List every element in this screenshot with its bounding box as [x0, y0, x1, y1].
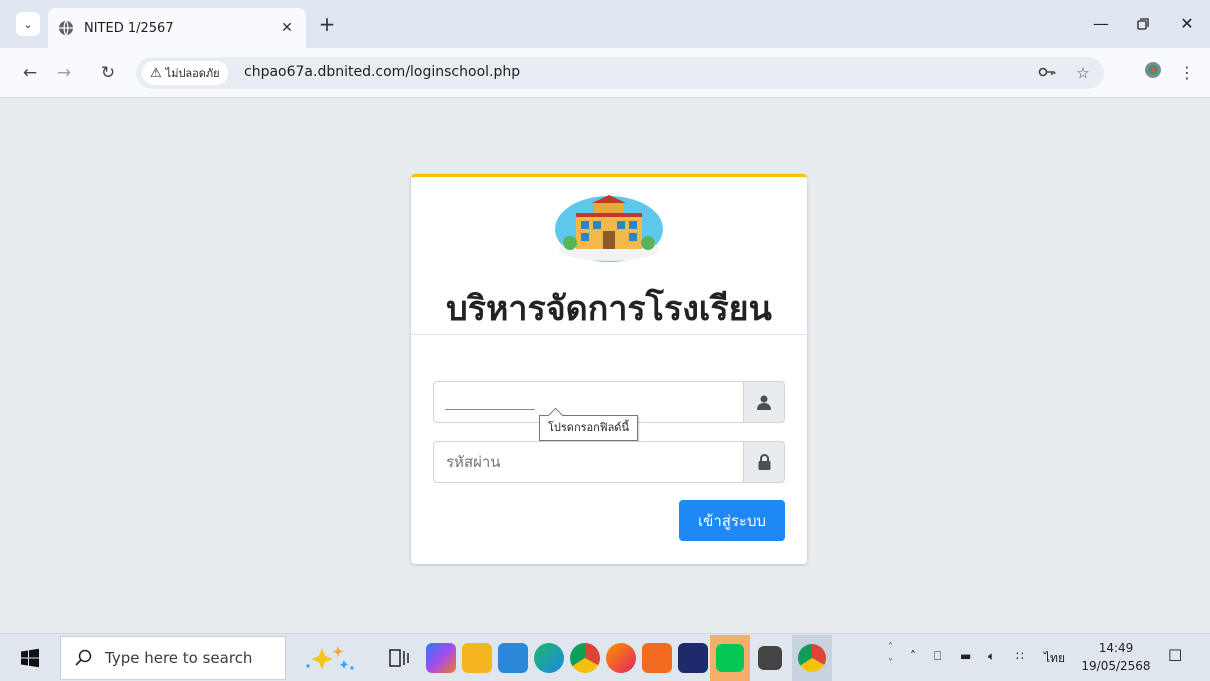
taskbar: Type here to search ˄ ˅ ˄ ⎕ ▬ 🔈︎ ∷ ไทย 14…	[0, 633, 1210, 681]
search-placeholder: Type here to search	[105, 649, 253, 667]
address-bar[interactable]: ⚠ ไม่ปลอดภัย chpao67a.dbnited.com/logins…	[136, 57, 1104, 89]
forward-icon[interactable]: →	[52, 61, 76, 85]
browser-titlebar: ⌄ NITED 1/2567 ✕ + — ✕	[0, 0, 1210, 48]
chrome-app-active[interactable]	[792, 635, 832, 681]
wifi-icon[interactable]: ∷	[1016, 649, 1024, 663]
school-logo-icon	[555, 195, 663, 262]
password-group	[433, 441, 785, 483]
divider	[411, 334, 807, 335]
menu-icon[interactable]: ⋮	[1175, 61, 1199, 85]
login-card: บริหารจัดการโรงเรียน โปรดกรอกฟิลด์นี้ เข…	[411, 174, 807, 564]
language-indicator[interactable]: ไทย	[1044, 649, 1065, 668]
input-cursor-underline	[445, 409, 535, 410]
browser-tab[interactable]: NITED 1/2567 ✕	[48, 8, 306, 48]
taskbar-search[interactable]: Type here to search	[60, 636, 286, 680]
url-text[interactable]: chpao67a.dbnited.com/loginschool.php	[244, 64, 520, 80]
clock-date: 19/05/2568	[1081, 659, 1151, 673]
close-window-icon[interactable]: ✕	[1172, 12, 1202, 36]
show-hidden-icons[interactable]: ˄	[910, 649, 916, 663]
pdf-app-icon[interactable]	[642, 643, 672, 673]
edge-icon[interactable]	[534, 643, 564, 673]
security-label: ไม่ปลอดภัย	[165, 67, 220, 80]
tab-title: NITED 1/2567	[84, 20, 174, 36]
page-title: บริหารจัดการโรงเรียน	[446, 289, 772, 329]
file-explorer-icon[interactable]	[462, 643, 492, 673]
meet-now-icon[interactable]: ⎕	[934, 649, 941, 664]
chrome-icon[interactable]	[570, 643, 600, 673]
store-icon[interactable]	[498, 643, 528, 673]
minimize-icon[interactable]: —	[1086, 12, 1116, 36]
battery-icon[interactable]: ▬	[960, 649, 971, 663]
notifications-icon[interactable]: ☐	[1168, 646, 1182, 665]
chevron-down-icon: ⌄	[23, 17, 33, 31]
login-button[interactable]: เข้าสู่ระบบ	[679, 500, 785, 541]
star-icon[interactable]: ☆	[1072, 62, 1094, 84]
globe-icon	[59, 20, 73, 36]
reload-icon[interactable]: ↻	[96, 61, 120, 85]
password-input[interactable]	[433, 441, 743, 483]
user-icon	[743, 381, 785, 423]
warning-icon: ⚠	[150, 65, 162, 81]
restore-icon[interactable]	[1128, 12, 1158, 36]
clock-time: 14:49	[1098, 641, 1134, 655]
task-view-icon[interactable]	[384, 643, 414, 673]
windows-icon[interactable]	[20, 648, 40, 668]
scroll-arrows-icon[interactable]: ˄ ˅	[888, 640, 893, 672]
sparkle-icon[interactable]	[300, 642, 360, 674]
app-icon[interactable]	[758, 646, 782, 670]
meet-app-icon[interactable]	[678, 643, 708, 673]
profile-icon[interactable]	[1141, 61, 1165, 85]
back-icon[interactable]: ←	[18, 61, 42, 85]
line-icon	[716, 644, 744, 672]
lock-icon	[743, 441, 785, 483]
security-chip[interactable]: ⚠ ไม่ปลอดภัย	[142, 61, 228, 85]
volume-icon[interactable]: 🔈︎	[988, 649, 995, 664]
key-icon[interactable]	[1036, 62, 1058, 84]
validation-tooltip: โปรดกรอกฟิลด์นี้	[539, 415, 638, 441]
tab-search-button[interactable]: ⌄	[16, 12, 40, 36]
chrome-profile-icon	[798, 644, 826, 672]
close-icon[interactable]: ✕	[278, 20, 296, 36]
copilot-icon[interactable]	[426, 643, 456, 673]
search-icon	[75, 649, 92, 666]
line-app-active[interactable]	[710, 635, 750, 681]
browser-toolbar: ← → ↻ ⚠ ไม่ปลอดภัย chpao67a.dbnited.com/…	[0, 48, 1210, 98]
firefox-icon[interactable]	[606, 643, 636, 673]
plus-icon[interactable]: +	[316, 14, 338, 36]
clock[interactable]: 14:49 19/05/2568	[1080, 639, 1152, 675]
